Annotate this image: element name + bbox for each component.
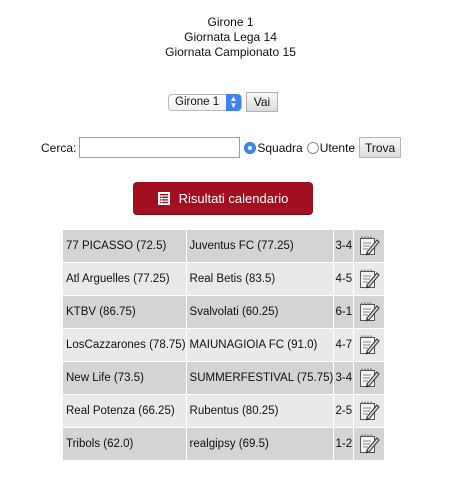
- find-button[interactable]: Trova: [359, 137, 402, 158]
- search-label: Cerca:: [41, 140, 77, 155]
- score-cell: 4-7: [334, 329, 354, 361]
- away-team-cell: realgipsy (69.5): [186, 428, 334, 460]
- matches-table: 77 PICASSO (72.5) Juventus FC (77.25) 3-4 A…: [62, 229, 386, 461]
- home-team-cell: Atl Arguelles (77.25): [63, 263, 186, 295]
- edit-icon[interactable]: [358, 433, 381, 455]
- radio-user-label: Utente: [319, 140, 356, 155]
- home-team-cell: KTBV (86.75): [63, 296, 186, 328]
- away-team-cell: Svalvolati (60.25): [186, 296, 334, 328]
- edit-cell[interactable]: [354, 362, 385, 394]
- edit-cell[interactable]: [354, 395, 385, 427]
- home-team-cell: 77 PICASSO (72.5): [63, 230, 186, 262]
- edit-icon[interactable]: [358, 301, 381, 323]
- edit-cell[interactable]: [354, 296, 385, 328]
- edit-cell[interactable]: [354, 230, 385, 262]
- group-title: Girone 1: [207, 15, 254, 29]
- edit-cell[interactable]: [354, 263, 385, 295]
- home-team-cell: New Life (73.5): [63, 362, 186, 394]
- score-cell: 3-4: [334, 362, 354, 394]
- away-team-cell: Juventus FC (77.25): [186, 230, 334, 262]
- table-row: Atl Arguelles (77.25) Real Betis (83.5) 4-…: [63, 263, 385, 295]
- table-row: 77 PICASSO (72.5) Juventus FC (77.25) 3-4: [63, 230, 385, 262]
- edit-cell[interactable]: [354, 428, 385, 460]
- radio-team[interactable]: [244, 141, 257, 154]
- go-button[interactable]: Vai: [246, 92, 278, 112]
- edit-icon[interactable]: [358, 334, 381, 356]
- table-row: New Life (73.5) SUMMERFESTIVAL (75.75) 3-4: [63, 362, 385, 394]
- radio-user[interactable]: [306, 141, 319, 154]
- radio-team-label: Squadra: [257, 140, 303, 155]
- away-team-cell: Rubentus (80.25): [186, 395, 334, 427]
- score-cell: 3-4: [334, 230, 354, 262]
- group-selector-row: Girone 1 ▲ ▼ Vai: [168, 92, 278, 112]
- group-select-value: Girone 1: [175, 96, 220, 108]
- score-cell: 6-1: [334, 296, 354, 328]
- away-team-cell: SUMMERFESTIVAL (75.75): [186, 362, 334, 394]
- home-team-cell: Real Potenza (66.25): [63, 395, 186, 427]
- group-select[interactable]: Girone 1 ▲ ▼: [168, 93, 242, 111]
- edit-icon[interactable]: [358, 400, 381, 422]
- select-arrows-icon: ▲ ▼: [226, 93, 241, 111]
- calendar-results-label: Risultati calendario: [178, 190, 289, 206]
- edit-icon[interactable]: [358, 367, 381, 389]
- search-input[interactable]: [79, 137, 241, 158]
- search-row: Cerca: Squadra Utente Trova: [41, 137, 402, 158]
- score-cell: 4-5: [334, 263, 354, 295]
- edit-cell[interactable]: [354, 329, 385, 361]
- championship-matchday: Giornata Campionato 15: [165, 45, 296, 59]
- document-list-icon: [157, 191, 170, 205]
- edit-icon[interactable]: [358, 268, 381, 290]
- home-team-cell: Tribols (62.0): [63, 428, 186, 460]
- table-row: LosCazzarones (78.75) MAIUNAGIOIA FC (91.…: [63, 329, 385, 361]
- table-row: KTBV (86.75) Svalvolati (60.25) 6-1: [63, 296, 385, 328]
- league-matchday: Giornata Lega 14: [184, 30, 277, 44]
- calendar-results-button[interactable]: Risultati calendario: [133, 182, 313, 214]
- away-team-cell: Real Betis (83.5): [186, 263, 334, 295]
- score-cell: 1-2: [334, 428, 354, 460]
- table-row: Tribols (62.0) realgipsy (69.5) 1-2: [63, 428, 385, 460]
- home-team-cell: LosCazzarones (78.75): [63, 329, 186, 361]
- round-header: Girone 1 Giornata Lega 14 Giornata Campi…: [0, 15, 461, 60]
- away-team-cell: MAIUNAGIOIA FC (91.0): [186, 329, 334, 361]
- table-row: Real Potenza (66.25) Rubentus (80.25) 2-5: [63, 395, 385, 427]
- score-cell: 2-5: [334, 395, 354, 427]
- edit-icon[interactable]: [358, 235, 381, 257]
